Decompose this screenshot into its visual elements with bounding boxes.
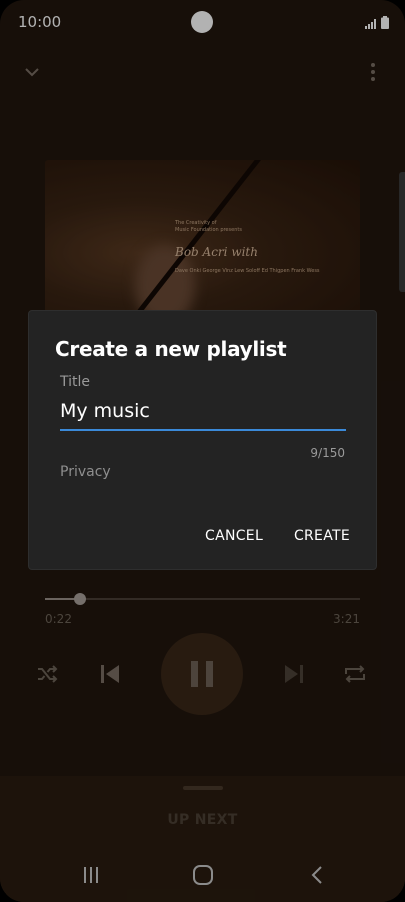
- dialog-title: Create a new playlist: [55, 337, 287, 361]
- title-field-label: Title: [60, 374, 91, 390]
- privacy-label[interactable]: Privacy: [60, 464, 111, 480]
- cancel-button[interactable]: CANCEL: [205, 524, 263, 548]
- title-input[interactable]: [60, 397, 346, 431]
- create-button[interactable]: CREATE: [294, 524, 350, 548]
- create-playlist-dialog: Create a new playlist Title 9/150 Privac…: [28, 310, 377, 570]
- phone-screen: 10:00 The Creativity of Music Foundation…: [0, 0, 405, 902]
- character-counter: 9/150: [310, 446, 345, 460]
